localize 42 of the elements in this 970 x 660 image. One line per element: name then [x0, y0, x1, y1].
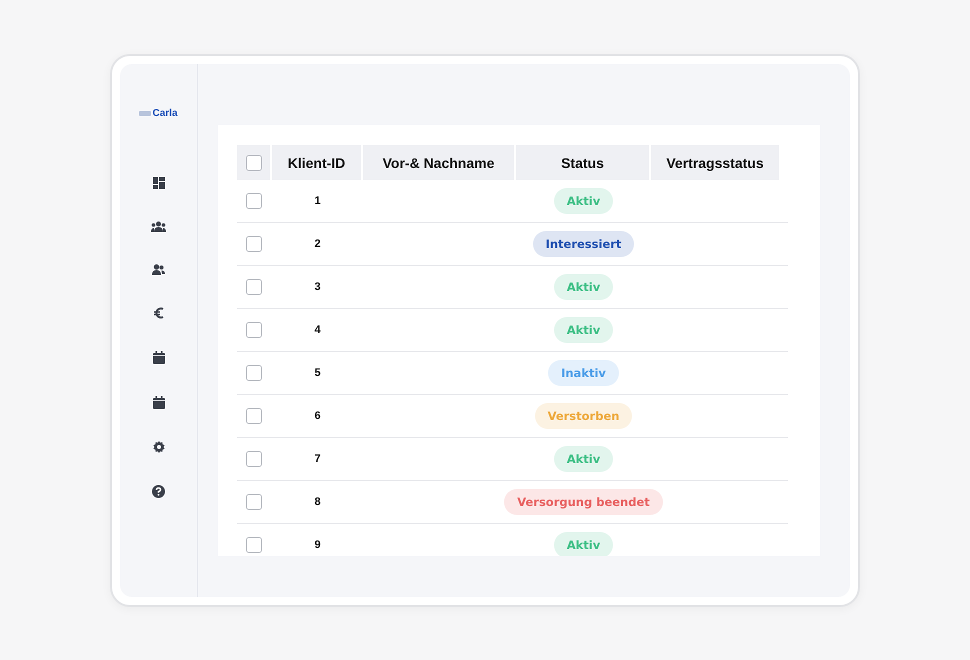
client-id: 7 [314, 453, 321, 465]
row-checkbox[interactable] [246, 494, 262, 510]
status-badge: Aktiv [554, 188, 614, 214]
row-checkbox[interactable] [246, 279, 262, 295]
status-badge: Verstorben [534, 403, 632, 429]
status-badge: Interessiert [532, 231, 634, 257]
column-header[interactable]: Vertragsstatus [651, 145, 781, 180]
client-id: 2 [314, 238, 321, 250]
status-badge: Aktiv [554, 446, 614, 472]
client-id: 8 [314, 496, 321, 508]
row-checkbox[interactable] [246, 537, 262, 553]
row-checkbox[interactable] [246, 236, 262, 252]
client-id: 6 [314, 410, 321, 422]
row-checkbox[interactable] [246, 193, 262, 209]
row-checkbox[interactable] [246, 365, 262, 381]
client-id: 1 [314, 195, 321, 207]
client-id: 5 [314, 367, 321, 379]
dashboard-icon[interactable] [152, 177, 164, 189]
euro-icon[interactable] [154, 307, 164, 319]
column-header[interactable]: Vor-& Nachname [363, 145, 516, 180]
status-badge: Versorgung beendet [504, 489, 663, 515]
logo-mark-icon [139, 110, 152, 117]
status-badge: Inaktiv [548, 360, 619, 386]
column-header[interactable]: Status [516, 145, 651, 180]
client-id: 9 [314, 539, 321, 551]
group-icon[interactable] [151, 221, 166, 232]
client-id: 3 [314, 281, 321, 293]
help-icon[interactable] [152, 485, 165, 498]
logo: Carla [152, 108, 178, 119]
select-all-checkbox[interactable] [246, 154, 262, 170]
row-checkbox[interactable] [246, 451, 262, 467]
row-checkbox[interactable] [246, 322, 262, 338]
client-id: 4 [314, 324, 321, 336]
calendar-icon[interactable] [152, 351, 164, 364]
status-badge: Aktiv [554, 532, 614, 556]
row-checkbox[interactable] [246, 408, 262, 424]
calendar-icon[interactable] [152, 396, 164, 409]
status-badge: Aktiv [554, 274, 614, 300]
column-header[interactable]: Klient-ID [272, 145, 363, 180]
users-icon[interactable] [152, 264, 165, 275]
status-badge: Aktiv [554, 317, 614, 343]
settings-icon[interactable] [152, 441, 164, 453]
